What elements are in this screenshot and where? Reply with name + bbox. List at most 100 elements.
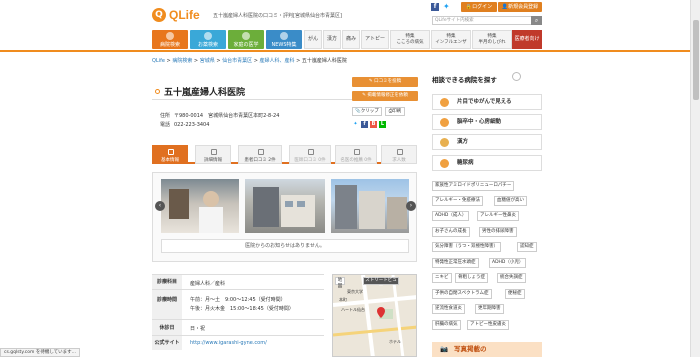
tag-item[interactable]: お子さんの成長 (432, 227, 470, 237)
page-scrollbar[interactable] (690, 0, 700, 357)
nav-pain[interactable]: 痛み (342, 30, 360, 49)
tag-item[interactable]: 逆流性食道炎 (432, 304, 465, 314)
address-label: 住所 (160, 113, 171, 119)
location-map[interactable]: 地図 ストリートビュー 本町 東京大学 ハートル仙台 ホテル (332, 274, 417, 357)
hospital-icon (166, 32, 174, 40)
nav-news[interactable]: NEWS特集 (266, 30, 302, 49)
tag-item[interactable]: ニキビ (432, 273, 452, 283)
building-photo-1[interactable] (245, 179, 325, 233)
doctor-photo[interactable] (161, 179, 239, 233)
hospital-name: 五十嵐産婦人科医院 (164, 88, 246, 98)
twitter-share-icon[interactable]: ✦ (352, 121, 359, 128)
row-value: 産婦人科／産科 (190, 281, 226, 287)
tag-item[interactable]: アレルギー性鼻炎 (477, 211, 519, 221)
nav-atopy[interactable]: アトピー (361, 30, 389, 49)
tag-item[interactable]: 骨粗しょう症 (455, 273, 488, 283)
tag-item[interactable]: ADHD（成人） (432, 211, 470, 221)
scrollbar-thumb[interactable] (693, 20, 699, 100)
official-site-link[interactable]: http://www.igarashi-gyne.com/ (190, 340, 267, 346)
tag-item[interactable]: 子供の自閉スペクトラム症 (432, 289, 492, 299)
side-btn-label: 糖尿病 (457, 160, 474, 166)
breadcrumb-city[interactable]: 仙台市青葉区 (222, 58, 252, 64)
info-tabs: 基本情報 詳細情報 患者口コミ 2件 医師口コミ 0件 名医の推薦 0件 求人数 (152, 145, 417, 164)
breadcrumb-hospital-search[interactable]: 病院検索 (172, 58, 192, 64)
search-icon[interactable]: ⌕ (531, 16, 542, 25)
tag-item[interactable]: 男性の排尿障害 (479, 227, 517, 237)
site-search-input[interactable]: QLifeサイト内検索 (432, 16, 532, 25)
nav-label: お薬検索 (197, 42, 218, 48)
nav-feature-influenza[interactable]: 特集 インフルエンザ (431, 30, 471, 49)
breadcrumb-current: 五十嵐産婦人科医院 (301, 58, 347, 64)
side-btn-diabetes[interactable]: 糖尿病 (432, 155, 542, 171)
print-button[interactable]: ⎙印刷 (385, 107, 405, 116)
phone-label: 電話 (160, 122, 171, 128)
nav-cancer[interactable]: がん (304, 30, 322, 49)
tag-item[interactable]: 家族性アミロイドポリニューロパチー (432, 181, 515, 191)
tag-item[interactable]: 特発性正常圧水頭症 (432, 258, 479, 268)
feature-label: こころの病気 (396, 40, 424, 45)
facebook-share-icon[interactable]: f (361, 121, 368, 128)
tag-item[interactable]: 便秘症 (505, 289, 525, 299)
nav-kampo[interactable]: 漢方 (323, 30, 341, 49)
side-btn-eye[interactable]: 片目でゆがんで見える (432, 94, 542, 110)
brain-icon (440, 118, 449, 127)
twitter-icon[interactable]: ✦ (443, 3, 451, 11)
tag-item[interactable]: 統合失調症 (497, 273, 526, 283)
nav-label: 病院検索 (159, 42, 180, 48)
clip-label: クリップ (360, 109, 379, 114)
sidebar-heading: 相談できる病院を探す (432, 76, 497, 84)
tab-detail-info[interactable]: 詳細情報 (195, 145, 231, 164)
site-logo-text[interactable]: QLife (169, 8, 200, 22)
breadcrumb-specialty[interactable]: 産婦人科、産科 (260, 58, 295, 64)
tag-item[interactable]: アトピー性皮膚炎 (467, 320, 509, 330)
banner-label: 写真掲載の (454, 345, 487, 353)
tag-item[interactable]: 血糖値が高い (494, 196, 527, 206)
map-type-button[interactable]: 地図 (335, 277, 345, 289)
tab-doctor-reviews[interactable]: 医師口コミ 0件 (289, 145, 331, 164)
photo-banner[interactable]: 📷 写真掲載の (432, 342, 542, 357)
nav-hospital-search[interactable]: 病院検索 (152, 30, 188, 49)
clip-button[interactable]: 📎クリップ (352, 107, 382, 116)
tag-item[interactable]: アレルギー・免疫療法 (432, 196, 483, 206)
post-review-button[interactable]: ✎ 口コミを投稿 (352, 77, 418, 87)
gallery-next-button[interactable]: › (406, 201, 416, 211)
tab-basic-info[interactable]: 基本情報 (152, 145, 188, 164)
tab-recommendations[interactable]: 名医の推薦 0件 (335, 145, 377, 164)
bookmark-share-icon[interactable]: B (370, 121, 377, 128)
tag-item[interactable]: 認知症 (517, 242, 537, 252)
tab-label: 詳細情報 (204, 158, 222, 163)
tag-item[interactable]: 更年期障害 (475, 304, 504, 314)
breadcrumb-qlife[interactable]: QLife (152, 58, 165, 64)
nav-for-professionals[interactable]: 医療者向け (512, 30, 542, 49)
qlife-logo-icon[interactable]: Q (152, 8, 166, 22)
map-label: 東京大学 (347, 289, 363, 294)
side-btn-stroke[interactable]: 脳卒中・心房細動 (432, 114, 542, 130)
nav-home-medicine[interactable]: 家庭の医学 (228, 30, 264, 49)
request-edit-button[interactable]: ✎ 掲載情報修正を依頼 (352, 91, 418, 101)
facebook-icon[interactable]: f (431, 3, 439, 11)
line-share-icon[interactable]: L (379, 121, 386, 128)
breadcrumb-prefecture[interactable]: 宮城県 (200, 58, 215, 64)
register-button[interactable]: 👤新規会員登録 (498, 2, 542, 12)
tab-patient-reviews[interactable]: 患者口コミ 2件 (238, 145, 282, 164)
building-photo-2[interactable] (331, 179, 409, 233)
circle-icon (155, 89, 160, 94)
browser-status-bar: cs.gqlsty.com を待機しています... (0, 348, 80, 357)
row-value: 午前：月〜土 9:00〜12:45（受付時間） (190, 297, 286, 303)
tag-item[interactable]: 肝臓の病気 (432, 320, 461, 330)
magnifier-icon (512, 72, 521, 81)
nav-feature-numbness[interactable]: 特集 半月のしびれ (472, 30, 512, 49)
site-description: 五十嵐産婦人科医院の口コミ・評判[宮城県仙台市青葉区] (213, 13, 342, 19)
login-button[interactable]: 🔒ログイン (461, 2, 497, 12)
nav-feature-mind[interactable]: 特集 こころの病気 (390, 30, 430, 49)
street-view-button[interactable]: ストリートビュー (363, 277, 399, 289)
tag-item[interactable]: ADHD（小児） (489, 258, 527, 268)
nav-medicine-search[interactable]: お薬検索 (190, 30, 226, 49)
tab-jobs[interactable]: 求人数 (381, 145, 417, 164)
photo-gallery: ‹ › 医院からのお知らせはありません。 (152, 172, 417, 262)
gallery-prev-button[interactable]: ‹ (155, 201, 165, 211)
tag-item[interactable]: 気分障害（うつ・双極性障害） (432, 242, 501, 252)
table-row: 診療時間 午前：月〜土 9:00〜12:45（受付時間） 午後：月火木金 15:00… (152, 289, 324, 319)
row-value: 午後：月火木金 15:00〜18:45（受付時間） (190, 306, 294, 312)
side-btn-kampo[interactable]: 漢方 (432, 134, 542, 150)
